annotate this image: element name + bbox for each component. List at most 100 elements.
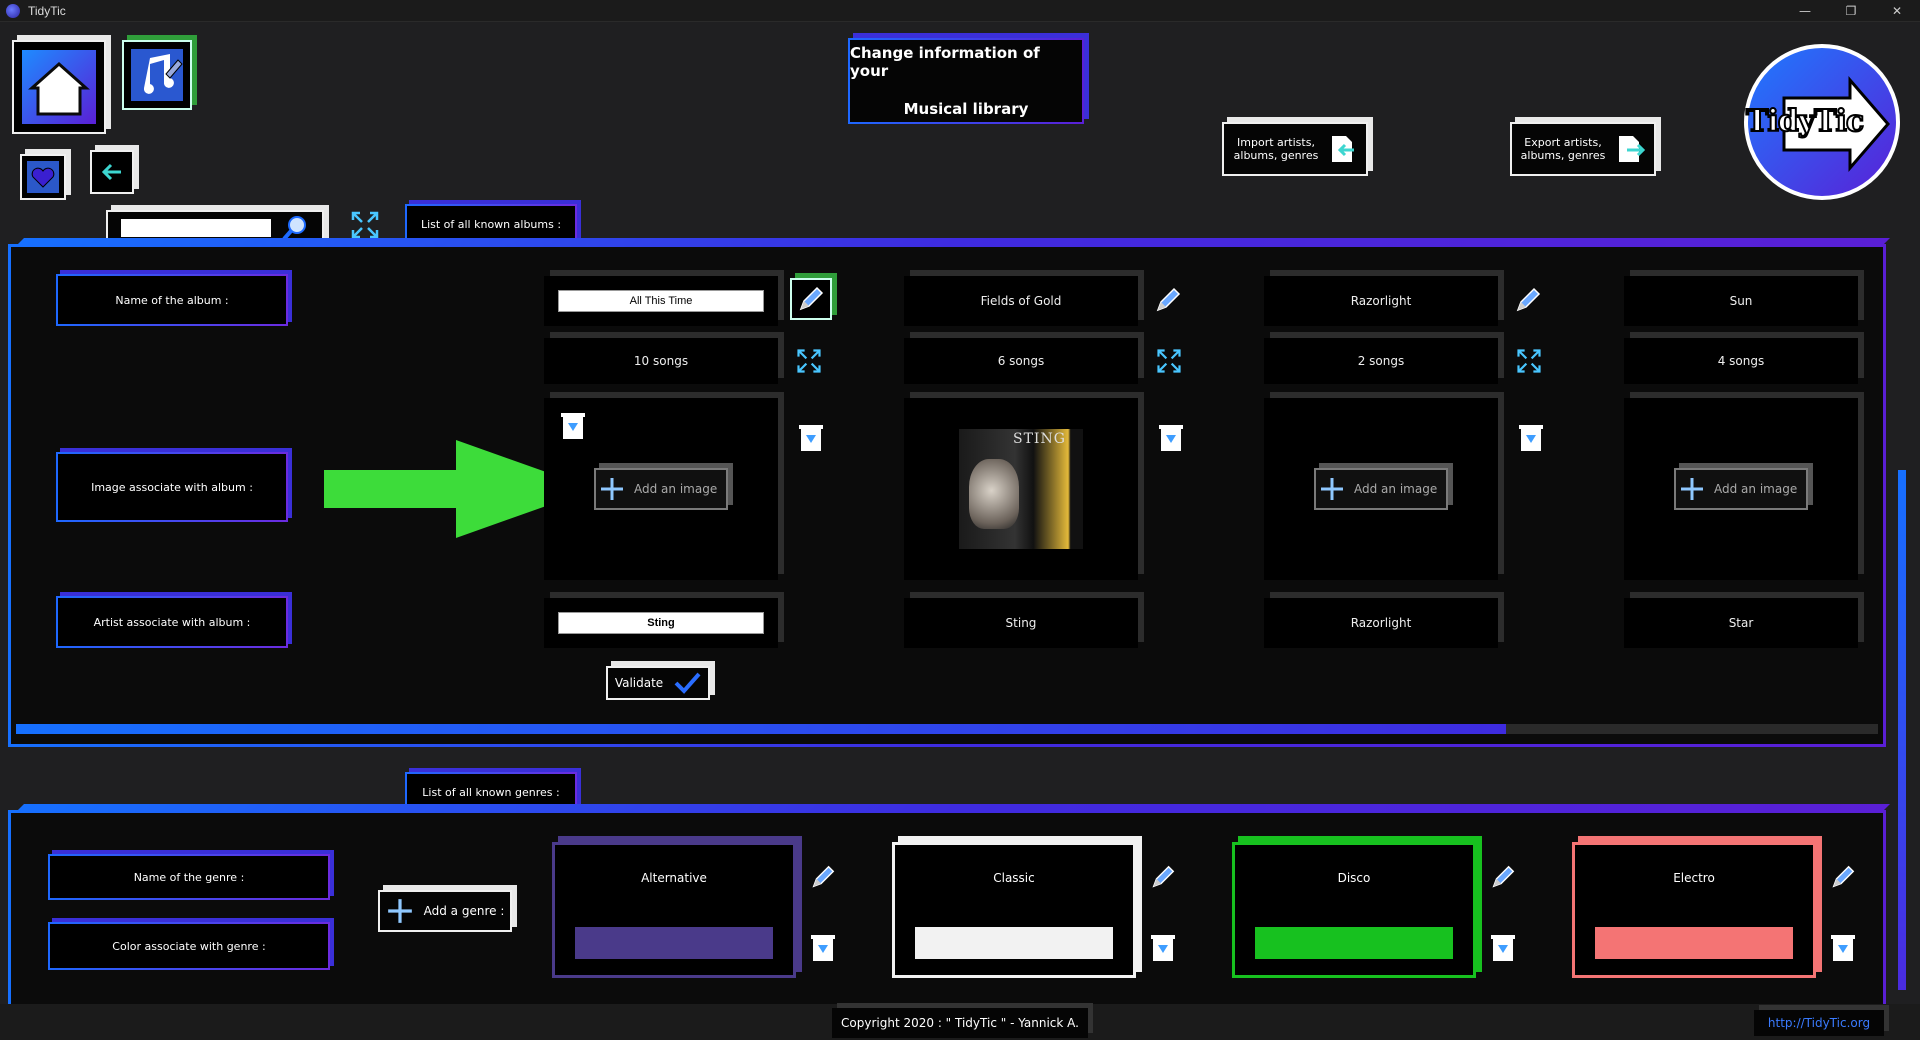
album-edit-button[interactable] — [1510, 282, 1546, 318]
album-image-delete-button[interactable] — [558, 408, 588, 442]
genre-edit-button[interactable] — [808, 862, 838, 892]
export-button[interactable]: Export artists, albums, genres — [1510, 122, 1656, 176]
genre-color-swatch[interactable] — [1595, 927, 1793, 959]
add-image-button[interactable]: Add an image — [1314, 468, 1448, 510]
genre-delete-button[interactable] — [1828, 930, 1858, 964]
album-songs-expand-button[interactable] — [1512, 344, 1546, 378]
trash-icon — [799, 425, 823, 451]
genre-delete-button[interactable] — [1488, 930, 1518, 964]
add-image-label: Add an image — [1714, 482, 1798, 496]
genre-card[interactable]: Disco — [1232, 842, 1476, 978]
heart-icon — [27, 161, 59, 193]
album-edit-button[interactable] — [1150, 282, 1186, 318]
validate-button[interactable]: Validate — [606, 666, 710, 700]
website-link[interactable]: http://TidyTic.org — [1754, 1010, 1884, 1036]
add-image-button[interactable]: Add an image — [1674, 468, 1808, 510]
genre-edit-button[interactable] — [1148, 862, 1178, 892]
trash-icon — [1831, 935, 1855, 961]
album-songs: 2 songs — [1357, 354, 1405, 368]
genre-color-swatch[interactable] — [575, 927, 773, 959]
album-songs: 10 songs — [633, 354, 689, 368]
album-name-cell — [544, 276, 778, 326]
albums-scrollbar-thumb[interactable] — [16, 724, 1506, 734]
album-name-cell: Fields of Gold — [904, 276, 1138, 326]
genre-card[interactable]: Alternative — [552, 842, 796, 978]
add-image-button[interactable]: Add an image — [594, 468, 728, 510]
genre-color-swatch[interactable] — [915, 927, 1113, 959]
album-artist-input[interactable] — [558, 612, 764, 634]
plus-icon — [1321, 478, 1343, 500]
window-title: TidyTic — [28, 3, 66, 18]
album-songs-cell: 4 songs — [1624, 338, 1858, 384]
genre-edit-button[interactable] — [1488, 862, 1518, 892]
album-delete-button[interactable] — [1156, 420, 1186, 454]
add-genre-button[interactable]: Add a genre : — [378, 890, 512, 932]
album-name: Sun — [1729, 294, 1753, 308]
album-artist-cell — [544, 598, 778, 648]
genre-name: Classic — [993, 871, 1035, 885]
genre-color-row-label-text: Color associate with genre : — [112, 939, 266, 953]
album-name-input[interactable] — [558, 290, 764, 312]
album-image-cell: STING — [904, 398, 1138, 580]
albums-tab-label: List of all known albums : — [420, 217, 562, 231]
import-label-line1: Import artists, — [1237, 136, 1315, 149]
import-button[interactable]: Import artists, albums, genres — [1222, 122, 1368, 176]
album-songs-expand-button[interactable] — [792, 344, 826, 378]
minimize-button[interactable]: — — [1782, 0, 1828, 22]
album-name-row-label-text: Name of the album : — [115, 293, 229, 307]
genre-name: Alternative — [641, 871, 707, 885]
add-image-label: Add an image — [634, 482, 718, 496]
album-songs-cell: 2 songs — [1264, 338, 1498, 384]
genre-card[interactable]: Classic — [892, 842, 1136, 978]
trash-icon — [811, 935, 835, 961]
pencil-icon — [1152, 865, 1175, 888]
import-label-line2: albums, genres — [1233, 149, 1319, 162]
genre-card[interactable]: Electro — [1572, 842, 1816, 978]
album-artist: Razorlight — [1350, 616, 1412, 630]
export-label-line2: albums, genres — [1520, 149, 1606, 162]
home-button[interactable] — [12, 40, 106, 134]
trash-icon — [1519, 425, 1543, 451]
genre-name: Disco — [1337, 871, 1371, 885]
album-edit-button[interactable] — [790, 278, 832, 320]
music-edit-button[interactable] — [122, 40, 192, 110]
checkmark-icon — [674, 672, 701, 694]
back-button[interactable] — [90, 150, 134, 194]
album-delete-button[interactable] — [796, 420, 826, 454]
copyright-box: Copyright 2020 : " TidyTic " - Yannick A… — [832, 1008, 1088, 1038]
collapse-button[interactable] — [348, 208, 382, 242]
pencil-icon — [799, 286, 824, 311]
pencil-icon — [1492, 865, 1515, 888]
maximize-button[interactable]: ❐ — [1828, 0, 1874, 22]
favorites-button[interactable] — [20, 154, 66, 200]
album-name-cell: Sun — [1624, 276, 1858, 326]
album-name: Fields of Gold — [980, 294, 1062, 308]
genre-edit-button[interactable] — [1828, 862, 1858, 892]
page-scrollbar[interactable] — [1898, 470, 1906, 990]
album-songs-expand-button[interactable] — [1152, 344, 1186, 378]
genre-delete-button[interactable] — [808, 930, 838, 964]
close-button[interactable]: ✕ — [1874, 0, 1920, 22]
albums-scrollbar-track[interactable] — [16, 724, 1878, 734]
website-link-text[interactable]: http://TidyTic.org — [1768, 1016, 1870, 1030]
genre-name-row-label: Name of the genre : — [48, 854, 330, 900]
album-artist-cell: Sting — [904, 598, 1138, 648]
genre-delete-button[interactable] — [1148, 930, 1178, 964]
logo-text: TidyTic — [1745, 103, 1865, 140]
back-arrow-icon — [101, 163, 121, 181]
add-image-label: Add an image — [1354, 482, 1438, 496]
export-label-line1: Export artists, — [1524, 136, 1602, 149]
album-songs-cell: 6 songs — [904, 338, 1138, 384]
window-controls: — ❐ ✕ — [1782, 0, 1920, 22]
app-icon — [6, 3, 20, 18]
album-image-row-label: Image associate with album : — [56, 452, 288, 522]
pencil-icon — [812, 865, 835, 888]
pencil-icon — [1156, 287, 1181, 312]
album-artist-row-label: Artist associate with album : — [56, 596, 288, 648]
album-delete-button[interactable] — [1516, 420, 1546, 454]
search-input[interactable] — [121, 219, 271, 237]
album-songs: 6 songs — [997, 354, 1045, 368]
genre-color-swatch[interactable] — [1255, 927, 1453, 959]
trash-icon — [561, 413, 585, 439]
page-title-line2: Musical library — [903, 100, 1029, 118]
